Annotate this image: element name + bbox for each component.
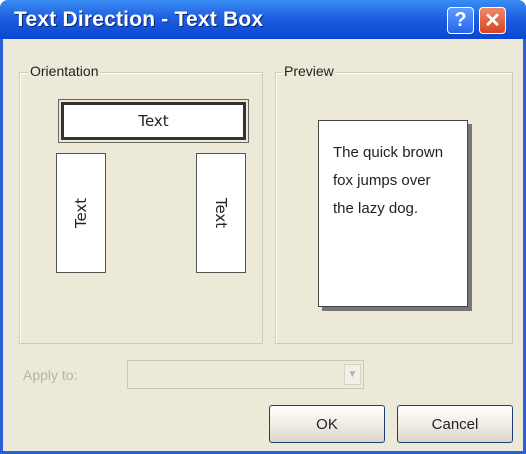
orientation-group: Orientation Text Text Text — [19, 63, 263, 344]
preview-page: The quick brown fox jumps over the lazy … — [318, 120, 468, 307]
apply-to-label: Apply to: — [23, 367, 78, 383]
close-icon: ✕ — [484, 10, 501, 32]
close-button[interactable]: ✕ — [479, 7, 506, 34]
orientation-horizontal-option[interactable]: Text — [58, 99, 249, 143]
vertical-down-text-label: Text — [212, 197, 230, 229]
preview-label: Preview — [282, 63, 336, 79]
dialog-window: Text Direction - Text Box ? ✕ Orientatio… — [0, 0, 526, 454]
orientation-vertical-up-option[interactable]: Text — [56, 153, 106, 273]
horizontal-text-label: Text — [138, 112, 169, 130]
vertical-up-text-label: Text — [72, 197, 90, 229]
title-bar[interactable]: Text Direction - Text Box ? ✕ — [0, 0, 526, 39]
preview-line: fox jumps over — [333, 172, 431, 189]
preview-line: The quick brown — [333, 144, 444, 161]
ok-button[interactable]: OK — [269, 405, 385, 443]
orientation-label: Orientation — [28, 63, 101, 79]
preview-line: the lazy dog. — [333, 200, 419, 217]
help-icon: ? — [454, 9, 467, 31]
preview-group: Preview The quick brown fox jumps over t… — [275, 63, 513, 344]
dialog-title: Text Direction - Text Box — [14, 8, 264, 31]
horizontal-text-sample: Text — [61, 102, 246, 140]
cancel-button[interactable]: Cancel — [397, 405, 513, 443]
help-button[interactable]: ? — [447, 7, 474, 34]
dropdown-arrow-icon[interactable]: ▼ — [344, 364, 361, 385]
orientation-vertical-down-option[interactable]: Text — [196, 153, 246, 273]
preview-text: The quick brown fox jumps over the lazy … — [333, 139, 461, 223]
apply-to-select[interactable]: ▼ — [127, 360, 364, 389]
